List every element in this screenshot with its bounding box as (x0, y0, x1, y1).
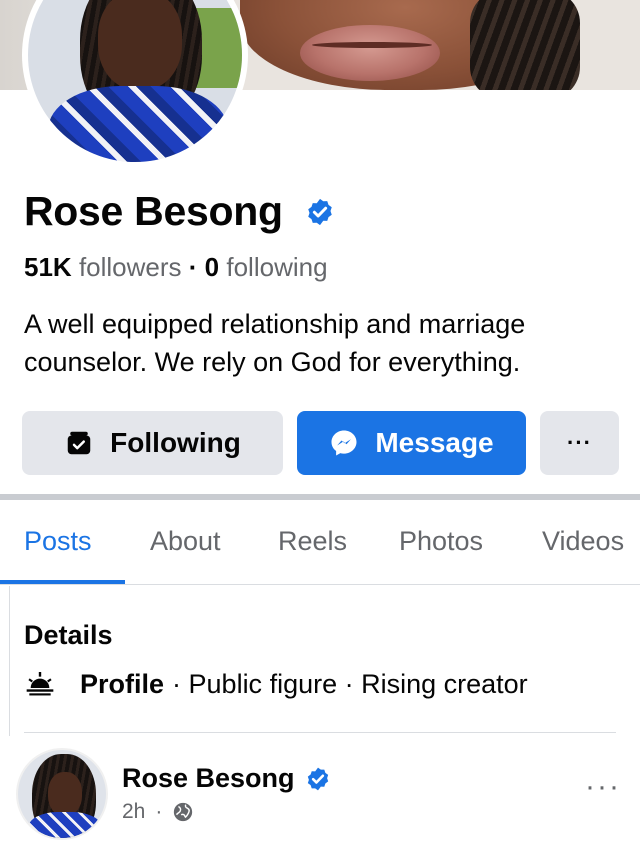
card-edge (0, 586, 10, 736)
post-more-options-button[interactable]: ··· (585, 772, 621, 802)
cover-lip-line (312, 42, 432, 48)
tab-posts[interactable]: Posts (24, 526, 92, 557)
tab-reels[interactable]: Reels (278, 526, 347, 557)
profile-avatar[interactable] (28, 0, 242, 162)
stats-separator: · (188, 252, 198, 282)
message-button[interactable]: Message (297, 411, 526, 475)
post-author-row: Rose Besong (122, 763, 331, 794)
post-meta: 2h · (122, 800, 194, 824)
followers-count[interactable]: 51K (24, 252, 72, 282)
message-button-label: Message (375, 427, 494, 458)
details-profile-label: Profile (80, 668, 165, 699)
details-heading: Details (24, 620, 113, 650)
details-category: · Public figure · Rising creator (172, 668, 528, 699)
profile-name: Rose Besong (24, 188, 283, 234)
following-button-label: Following (110, 427, 241, 458)
profile-bio: A well equipped relationship and marriag… (24, 309, 526, 377)
tab-videos[interactable]: Videos (542, 526, 624, 557)
verified-badge-icon (307, 198, 332, 225)
followers-label[interactable]: followers (79, 252, 182, 282)
following-label[interactable]: following (226, 252, 327, 282)
post-timestamp[interactable]: 2h (122, 800, 145, 824)
post-author-name[interactable]: Rose Besong (122, 763, 295, 794)
tabs-divider (0, 584, 640, 585)
avatar-face (98, 0, 182, 90)
messenger-icon (331, 430, 357, 456)
post-avatar-face (48, 772, 82, 816)
post-meta-separator: · (155, 800, 163, 823)
follow-stats: 51K followers · 0 following (24, 252, 328, 283)
following-check-icon (67, 431, 91, 455)
more-options-button[interactable]: ··· (540, 411, 619, 475)
globe-icon (174, 802, 193, 822)
details-divider (24, 732, 616, 733)
following-count[interactable]: 0 (205, 252, 219, 282)
verified-badge-icon (307, 767, 328, 790)
profile-tabs: Posts About Reels Photos Videos (0, 500, 640, 584)
following-button[interactable]: Following (22, 411, 283, 475)
tab-photos[interactable]: Photos (399, 526, 483, 557)
details-profile-row: Profile · Public figure · Rising creator (24, 668, 528, 700)
profile-name-row: Rose Besong (24, 188, 335, 235)
avatar-outfit (48, 86, 228, 162)
profile-details-icon (26, 672, 54, 696)
more-dots-icon: ··· (567, 430, 592, 455)
cover-braids (470, 0, 580, 90)
tab-about[interactable]: About (150, 526, 221, 557)
avatar-background-foliage (196, 8, 242, 88)
post-author-avatar[interactable] (16, 748, 108, 840)
cover-lips (300, 25, 440, 81)
post-avatar-outfit (28, 812, 102, 838)
